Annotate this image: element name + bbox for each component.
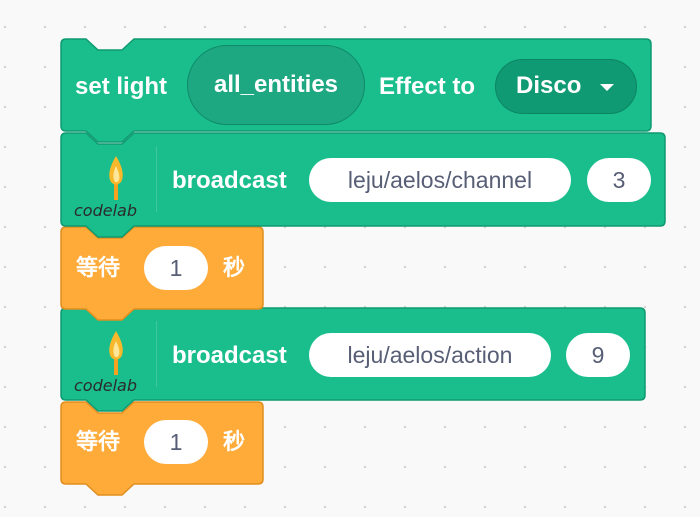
broadcast-label: broadcast [172,167,287,194]
caret-down-icon [600,84,614,91]
topic-input[interactable]: leju/aelos/channel [309,158,571,202]
extension-divider [156,146,157,212]
value-input[interactable]: 3 [587,158,651,202]
value-input[interactable]: 9 [566,333,630,377]
effect-to-label: Effect to [379,73,475,100]
effect-dropdown-value: Disco [516,72,582,99]
set-light-label: set light [75,73,168,100]
wait-label: 等待 [76,256,121,281]
seconds-unit-label: 秒 [223,430,246,455]
flame-icon: codelab [74,156,137,220]
seconds-input[interactable]: 1 [144,246,208,290]
codelab-logo-text: codelab [74,201,137,220]
flame-icon: codelab [74,331,137,395]
broadcast-label: broadcast [172,342,287,369]
seconds-unit-label: 秒 [223,256,246,281]
extension-divider [156,321,157,387]
codelab-logo-text: codelab [74,376,137,395]
wait-label: 等待 [76,430,121,455]
entity-input[interactable]: all_entities [187,45,365,125]
seconds-input[interactable]: 1 [144,420,208,464]
topic-input[interactable]: leju/aelos/action [309,333,551,377]
effect-dropdown[interactable]: Disco [495,59,637,114]
